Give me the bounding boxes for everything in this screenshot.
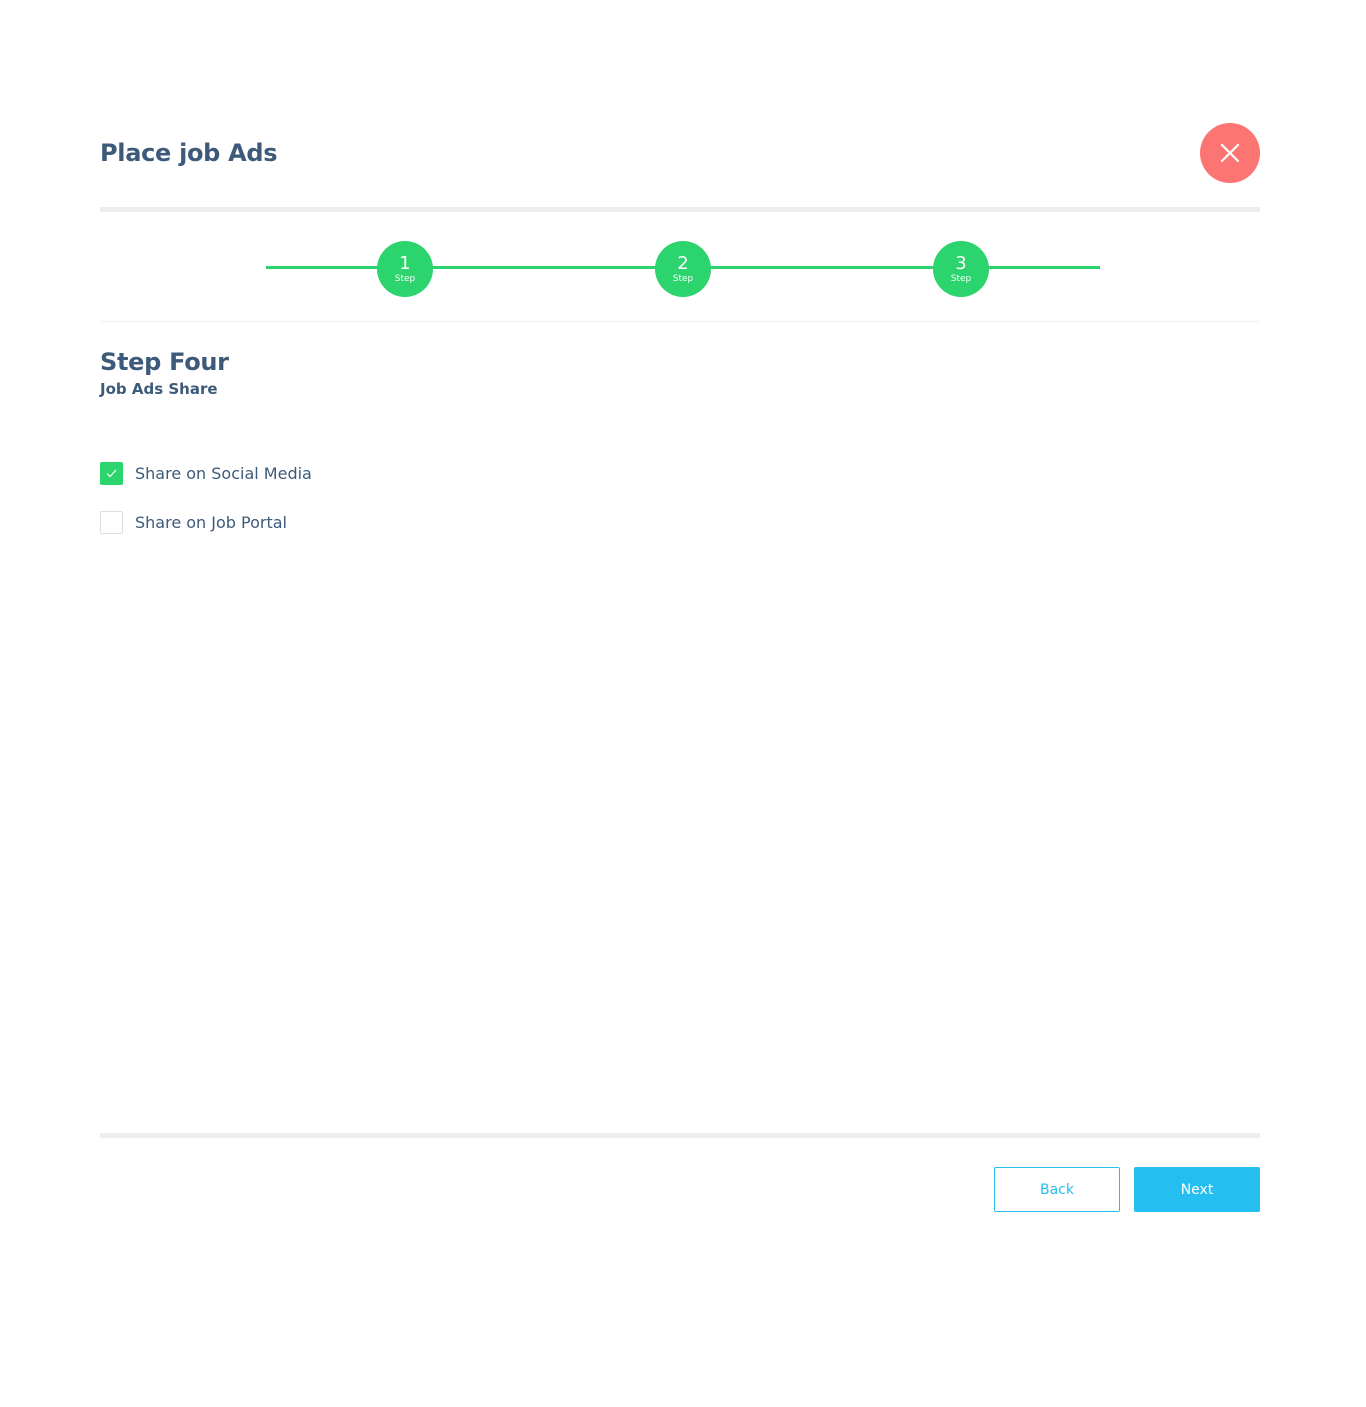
close-button[interactable]: [1200, 123, 1260, 183]
option-label: Share on Job Portal: [135, 512, 287, 532]
close-icon: [1220, 143, 1240, 163]
step-number: 3: [955, 253, 967, 274]
footer-divider: [100, 1133, 1260, 1138]
option-label: Share on Social Media: [135, 463, 312, 483]
next-button[interactable]: Next: [1134, 1167, 1260, 1212]
back-button[interactable]: Back: [994, 1167, 1120, 1212]
section-title: Step Four: [100, 348, 229, 376]
page-title: Place job Ads: [100, 139, 278, 167]
stepper-divider: [100, 321, 1260, 322]
share-social-media-checkbox[interactable]: [100, 462, 123, 485]
step-3[interactable]: 3 Step: [933, 241, 989, 297]
share-job-portal-option[interactable]: Share on Job Portal: [100, 511, 287, 534]
step-label: Step: [672, 274, 694, 284]
checkmark-icon: [106, 469, 117, 478]
step-label: Step: [394, 274, 416, 284]
step-label: Step: [950, 274, 972, 284]
step-1[interactable]: 1 Step: [377, 241, 433, 297]
step-number: 1: [399, 253, 411, 274]
section-subtitle: Job Ads Share: [100, 380, 218, 398]
step-number: 2: [677, 253, 689, 274]
share-job-portal-checkbox[interactable]: [100, 511, 123, 534]
share-social-media-option[interactable]: Share on Social Media: [100, 462, 312, 485]
header-divider: [100, 207, 1260, 212]
step-2[interactable]: 2 Step: [655, 241, 711, 297]
